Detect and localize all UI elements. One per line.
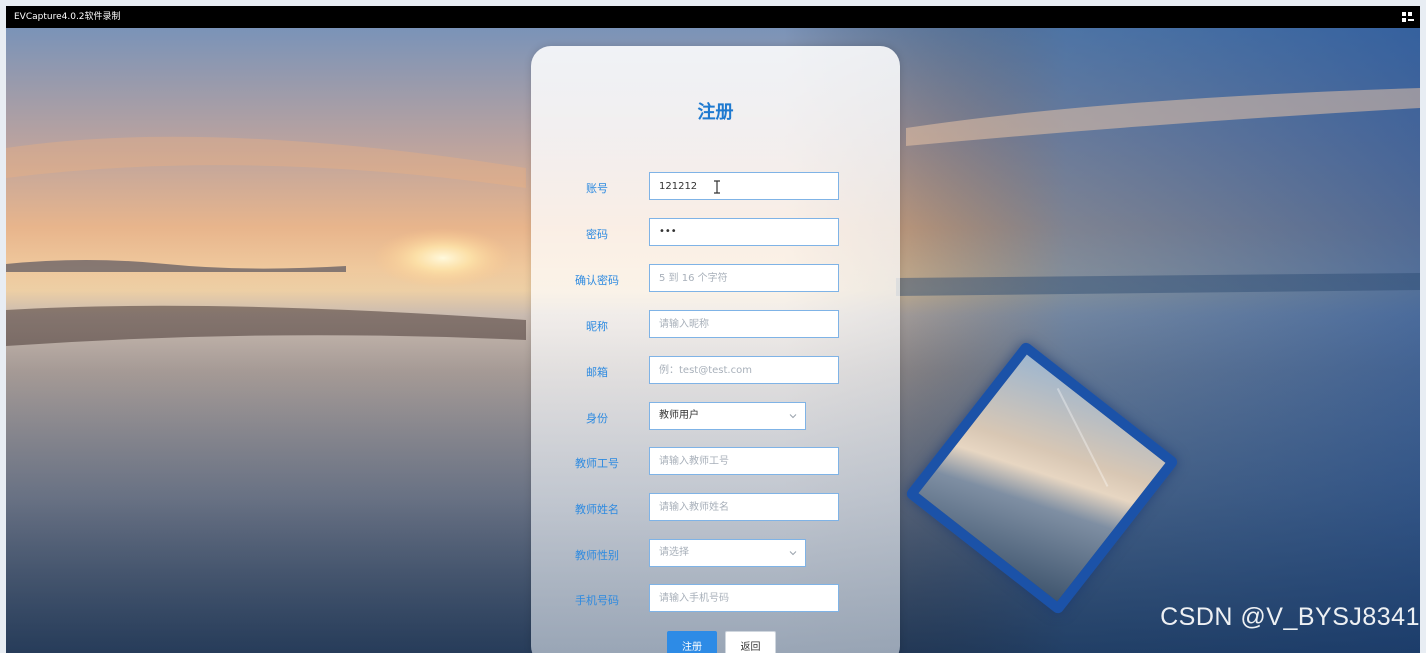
phone-input[interactable] xyxy=(649,584,839,612)
register-button[interactable]: 注册 xyxy=(667,631,717,653)
grid-menu-icon[interactable] xyxy=(1402,12,1414,22)
identity-select[interactable]: 教师用户 xyxy=(649,402,806,430)
teacher-name-row: 教师姓名 xyxy=(531,493,900,523)
teacher-gender-placeholder: 请选择 xyxy=(659,547,689,558)
back-button[interactable]: 返回 xyxy=(725,631,776,653)
teacher-id-row: 教师工号 xyxy=(531,447,900,477)
identity-row: 身份 教师用户 xyxy=(531,402,900,432)
teacher-name-label: 教师姓名 xyxy=(575,503,619,516)
teacher-gender-select[interactable]: 请选择 xyxy=(649,539,806,567)
nickname-label: 昵称 xyxy=(586,320,608,333)
confirm-password-input[interactable] xyxy=(649,264,839,292)
confirm-password-row: 确认密码 xyxy=(531,264,900,294)
phone-label: 手机号码 xyxy=(575,594,619,607)
email-label: 邮箱 xyxy=(586,366,608,379)
nickname-row: 昵称 xyxy=(531,310,900,340)
identity-label: 身份 xyxy=(586,412,608,425)
register-card: 注册 账号 密码 ••• 确认密码 昵称 邮箱 身份 教师用户 xyxy=(531,46,900,653)
teacher-id-input[interactable] xyxy=(649,447,839,475)
nickname-input[interactable] xyxy=(649,310,839,338)
account-input[interactable] xyxy=(649,172,839,200)
title-bar: EVCapture4.0.2软件录制 xyxy=(6,6,1420,28)
password-input[interactable]: ••• xyxy=(649,218,839,246)
identity-selected-value: 教师用户 xyxy=(659,410,699,421)
password-mask: ••• xyxy=(659,226,677,237)
teacher-id-label: 教师工号 xyxy=(575,457,619,470)
account-label: 账号 xyxy=(586,182,608,195)
teacher-name-input[interactable] xyxy=(649,493,839,521)
password-label: 密码 xyxy=(586,228,608,241)
chevron-down-icon xyxy=(789,551,797,556)
phone-row: 手机号码 xyxy=(531,584,900,614)
watermark: CSDN @V_BYSJ8341 xyxy=(1160,603,1420,631)
window-title: EVCapture4.0.2软件录制 xyxy=(14,12,121,22)
chevron-down-icon xyxy=(789,414,797,419)
password-row: 密码 ••• xyxy=(531,218,900,248)
confirm-password-label: 确认密码 xyxy=(575,274,619,287)
email-row: 邮箱 xyxy=(531,356,900,386)
account-row: 账号 xyxy=(531,172,900,202)
teacher-gender-row: 教师性别 请选择 xyxy=(531,539,900,569)
app-window: EVCapture4.0.2软件录制 注册 账号 121212 密码 ••• 确… xyxy=(6,6,1420,653)
register-heading: 注册 xyxy=(697,102,734,123)
text-cursor-icon xyxy=(714,180,720,194)
email-input[interactable] xyxy=(649,356,839,384)
teacher-gender-label: 教师性别 xyxy=(575,549,619,562)
